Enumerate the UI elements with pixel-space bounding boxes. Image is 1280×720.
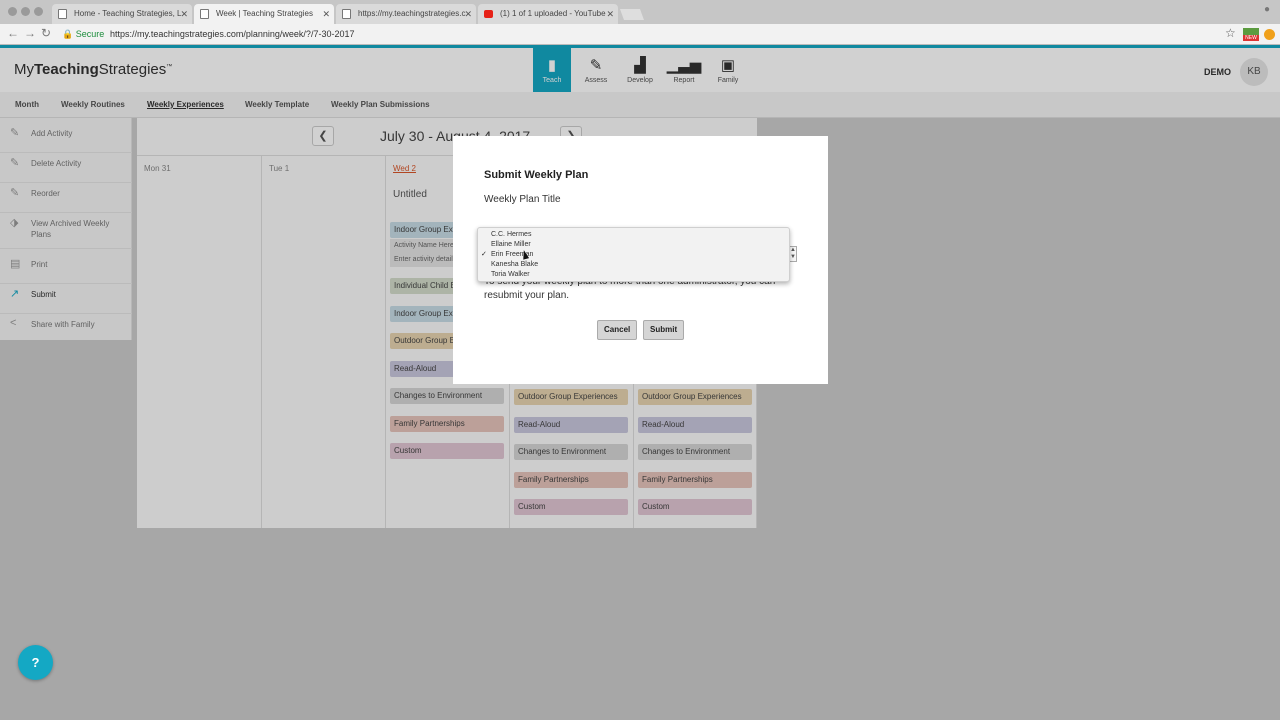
close-icon[interactable]: ✕ <box>180 4 188 24</box>
cancel-button[interactable]: Cancel <box>597 320 638 340</box>
select-option[interactable]: Ellaine Miller <box>491 240 531 250</box>
page-icon <box>58 9 67 19</box>
extension-badge: NEW <box>1243 35 1259 41</box>
page-icon <box>200 9 209 19</box>
browser-tab[interactable]: Home - Teaching Strategies, L ✕ <box>52 4 192 24</box>
browser-tab-strip: Home - Teaching Strategies, L ✕ Week | T… <box>0 0 1280 24</box>
bookmark-star-icon[interactable]: ☆ <box>1225 26 1236 40</box>
checkmark-icon: ✓ <box>481 251 487 258</box>
help-button[interactable]: ? <box>18 645 53 680</box>
new-tab-button[interactable] <box>619 9 645 20</box>
close-icon[interactable]: ✕ <box>464 4 472 24</box>
browser-tab[interactable]: https://my.teachingstrategies.c ✕ <box>336 4 476 24</box>
close-icon[interactable]: ✕ <box>322 4 330 24</box>
address-bar[interactable]: https://my.teachingstrategies.com/planni… <box>110 29 354 39</box>
back-icon[interactable]: ← <box>7 26 19 40</box>
extension-new-icon[interactable]: NEW <box>1243 28 1259 41</box>
select-option[interactable]: Kanesha Blake <box>491 260 538 270</box>
tab-title: https://my.teachingstrategies.c <box>358 9 466 18</box>
page-icon <box>342 9 351 19</box>
maximize-window-dot[interactable] <box>34 7 43 16</box>
browser-tab-active[interactable]: Week | Teaching Strategies ✕ <box>194 4 334 24</box>
secure-indicator[interactable]: 🔒 Secure <box>62 29 104 40</box>
select-option[interactable]: C.C. Hermes <box>491 230 531 240</box>
forward-icon[interactable]: → <box>24 26 36 40</box>
tab-title: (1) 1 of 1 uploaded - YouTube <box>500 9 606 18</box>
reload-icon[interactable]: ↻ <box>41 26 51 40</box>
extension-icon[interactable] <box>1264 29 1275 40</box>
weekly-plan-title-label: Weekly Plan Title <box>484 194 561 205</box>
browser-tab[interactable]: (1) 1 of 1 uploaded - YouTube ✕ <box>478 4 618 24</box>
browser-toolbar: ← → ↻ 🔒 Secure https://my.teachingstrate… <box>0 24 1280 45</box>
profile-icon[interactable]: ● <box>1264 4 1270 15</box>
submit-button[interactable]: Submit <box>643 320 685 340</box>
close-window-dot[interactable] <box>8 7 17 16</box>
tab-title: Week | Teaching Strategies <box>216 9 313 18</box>
minimize-window-dot[interactable] <box>21 7 30 16</box>
tab-title: Home - Teaching Strategies, L <box>74 9 182 18</box>
select-arrows-icon[interactable]: ▲ ▼ <box>790 246 797 262</box>
youtube-icon <box>484 10 493 18</box>
secure-label: Secure <box>75 29 105 39</box>
dialog-title: Submit Weekly Plan <box>484 169 589 181</box>
close-icon[interactable]: ✕ <box>606 4 614 24</box>
select-option[interactable]: Toria Walker <box>491 270 530 280</box>
